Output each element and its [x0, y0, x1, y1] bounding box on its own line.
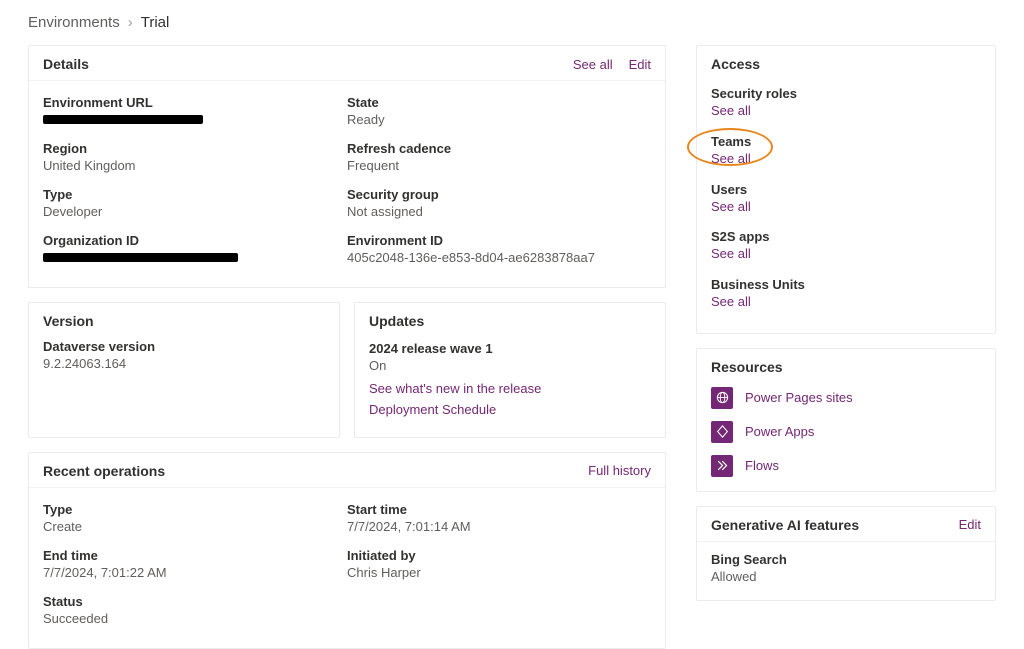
version-card: Version Dataverse version 9.2.24063.164 — [28, 302, 340, 438]
secgroup-label: Security group — [347, 187, 643, 202]
region-value: United Kingdom — [43, 158, 339, 173]
breadcrumb-current: Trial — [141, 14, 170, 31]
teams-see-all-link[interactable]: See all — [711, 149, 981, 170]
refresh-label: Refresh cadence — [347, 141, 643, 156]
version-title: Version — [43, 313, 94, 329]
access-label: S2S apps — [711, 229, 981, 244]
release-wave-value: On — [369, 358, 651, 373]
resource-flows[interactable]: Flows — [711, 455, 981, 477]
envid-value: 405c2048-136e-e853-8d04-ae6283878aa7 — [347, 250, 643, 265]
secgroup-value: Not assigned — [347, 204, 643, 219]
globe-icon — [711, 387, 733, 409]
access-card: Access Security roles See all Teams See … — [696, 45, 996, 334]
op-start-value: 7/7/2024, 7:01:14 AM — [347, 519, 643, 534]
resource-label: Power Apps — [745, 424, 814, 439]
type-value: Developer — [43, 204, 339, 219]
users-see-all-link[interactable]: See all — [711, 197, 981, 218]
access-label: Teams — [711, 134, 981, 149]
op-status-value: Succeeded — [43, 611, 339, 626]
genai-card: Generative AI features Edit Bing Search … — [696, 506, 996, 601]
region-label: Region — [43, 141, 339, 156]
access-item-security-roles: Security roles See all — [711, 80, 981, 128]
resource-power-pages[interactable]: Power Pages sites — [711, 387, 981, 409]
op-start-label: Start time — [347, 502, 643, 517]
resources-card: Resources Power Pages sites Power Apps — [696, 348, 996, 492]
op-end-value: 7/7/2024, 7:01:22 AM — [43, 565, 339, 580]
env-url-label: Environment URL — [43, 95, 339, 110]
details-see-all-link[interactable]: See all — [573, 57, 613, 72]
type-label: Type — [43, 187, 339, 202]
refresh-value: Frequent — [347, 158, 643, 173]
env-url-value — [43, 112, 339, 127]
resources-title: Resources — [711, 359, 783, 375]
access-label: Business Units — [711, 277, 981, 292]
details-title: Details — [43, 56, 89, 72]
dataverse-version-value: 9.2.24063.164 — [43, 356, 325, 371]
resource-label: Power Pages sites — [745, 390, 853, 405]
bing-search-label: Bing Search — [711, 552, 981, 567]
access-item-s2s: S2S apps See all — [711, 223, 981, 271]
dataverse-version-label: Dataverse version — [43, 339, 325, 354]
bing-search-value: Allowed — [711, 569, 981, 584]
resource-label: Flows — [745, 458, 779, 473]
deployment-schedule-link[interactable]: Deployment Schedule — [369, 400, 651, 421]
envid-label: Environment ID — [347, 233, 643, 248]
security-roles-see-all-link[interactable]: See all — [711, 101, 981, 122]
whats-new-link[interactable]: See what's new in the release — [369, 379, 651, 400]
op-init-label: Initiated by — [347, 548, 643, 563]
breadcrumb: Environments › Trial — [28, 0, 996, 45]
bu-see-all-link[interactable]: See all — [711, 292, 981, 313]
access-label: Security roles — [711, 86, 981, 101]
resource-power-apps[interactable]: Power Apps — [711, 421, 981, 443]
op-end-label: End time — [43, 548, 339, 563]
recent-ops-card: Recent operations Full history Type Crea… — [28, 452, 666, 649]
power-apps-icon — [711, 421, 733, 443]
access-item-teams: Teams See all — [711, 128, 981, 176]
orgid-value — [43, 250, 339, 265]
updates-title: Updates — [369, 313, 424, 329]
access-item-users: Users See all — [711, 176, 981, 224]
recent-ops-title: Recent operations — [43, 463, 165, 479]
updates-card: Updates 2024 release wave 1 On See what'… — [354, 302, 666, 438]
details-card: Details See all Edit Environment URL Sta… — [28, 45, 666, 288]
orgid-label: Organization ID — [43, 233, 339, 248]
s2s-see-all-link[interactable]: See all — [711, 244, 981, 265]
access-label: Users — [711, 182, 981, 197]
full-history-link[interactable]: Full history — [588, 463, 651, 478]
op-type-value: Create — [43, 519, 339, 534]
details-edit-link[interactable]: Edit — [629, 57, 651, 72]
op-status-label: Status — [43, 594, 339, 609]
genai-title: Generative AI features — [711, 517, 859, 533]
breadcrumb-root[interactable]: Environments — [28, 14, 120, 31]
op-init-value: Chris Harper — [347, 565, 643, 580]
flows-icon — [711, 455, 733, 477]
access-title: Access — [711, 56, 760, 72]
chevron-right-icon: › — [128, 14, 133, 31]
op-type-label: Type — [43, 502, 339, 517]
release-wave-label: 2024 release wave 1 — [369, 341, 651, 356]
access-item-bu: Business Units See all — [711, 271, 981, 319]
state-label: State — [347, 95, 643, 110]
genai-edit-link[interactable]: Edit — [959, 517, 981, 532]
state-value: Ready — [347, 112, 643, 127]
